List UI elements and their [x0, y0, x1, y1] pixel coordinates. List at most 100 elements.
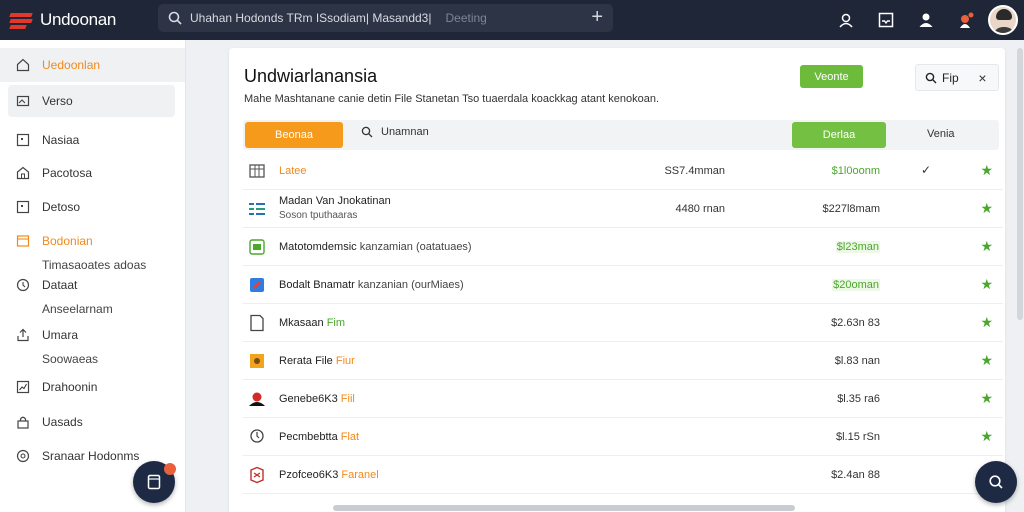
document-icon [147, 474, 161, 490]
file-subtitle: Soson tputhaaras [279, 210, 358, 221]
house-icon [16, 166, 30, 180]
account-icon[interactable] [906, 0, 946, 40]
file-tag: Fim [326, 317, 346, 329]
close-icon[interactable]: × [967, 70, 998, 86]
sidebar-item-nasiaa[interactable]: Nasiaa [0, 117, 185, 151]
sidebar-item-label: Pacotosa [42, 166, 93, 180]
sidebar-item-pacotosa[interactable]: Pacotosa [0, 151, 185, 185]
sidebar-item-detoso[interactable]: Detoso [0, 185, 185, 219]
star-icon[interactable]: ★ [980, 162, 993, 179]
star-icon[interactable]: ★ [980, 238, 993, 255]
sidebar-item-uasads[interactable]: Uasads [0, 405, 185, 439]
sidebar-item-sublabel: Soowaeas [42, 352, 99, 366]
sidebar-item-label: Uasads [42, 415, 83, 429]
table-row[interactable]: Pecmbebtta Flat $l.15 rSn ★ [243, 418, 1003, 456]
spreadsheet-icon [249, 239, 265, 255]
file-price: $227l8mam [822, 203, 880, 215]
file-name: Madan Van Jnokatinan [279, 195, 391, 207]
file-list: Latee SS7.4mman $1l0oonm ✓ ★ Madan Van J… [243, 152, 1003, 494]
table-row[interactable]: Latee SS7.4mman $1l0oonm ✓ ★ [243, 152, 1003, 190]
settings-icon [16, 449, 30, 463]
table-row[interactable]: Genebe6K3 Fiil $l.35 ra6 ★ [243, 380, 1003, 418]
star-icon[interactable]: ★ [980, 352, 993, 369]
file-note: kanzamian (oatatuaes) [359, 241, 472, 253]
search-fab[interactable] [975, 461, 1017, 503]
file-price: $1l0oonm [831, 165, 880, 177]
sidebar-item-umara[interactable]: Umara Soowaeas [0, 321, 185, 371]
file-price: $2.63n 83 [831, 317, 880, 329]
sidebar-item-home[interactable]: Uedoonlan [0, 48, 185, 82]
package-icon [250, 354, 264, 368]
file-name: Mkasaan [279, 317, 324, 329]
file-name: Pzofceo6K3 [279, 469, 339, 481]
star-icon[interactable]: ★ [980, 314, 993, 331]
sidebar: Uedoonlan Verso Nasiaa Pacotosa Detoso B… [0, 40, 186, 512]
check-icon[interactable]: ✓ [921, 163, 931, 177]
archive-icon [250, 466, 264, 484]
inbox-icon[interactable] [866, 0, 906, 40]
file-icon [250, 314, 264, 332]
main-panel: Undwiarlanansia Mahe Mashtanane canie de… [229, 48, 1005, 512]
home-icon [16, 58, 30, 72]
table-row[interactable]: Mkasaan Fim $2.63n 83 ★ [243, 304, 1003, 342]
table-row[interactable]: Bodalt Bnamatr kanzanian (ourMiaes) $20o… [243, 266, 1003, 304]
grid-icon [249, 164, 265, 178]
sidebar-item-label: Uedoonlan [42, 58, 101, 72]
toolbar-search-label: Unamnan [381, 126, 429, 138]
sidebar-item-label: Umara [42, 328, 79, 342]
file-name: Genebe6K3 [279, 393, 338, 405]
primary-action-button[interactable]: Veonte [800, 65, 863, 88]
sidebar-item-verso[interactable]: Verso [8, 85, 175, 117]
star-icon[interactable]: ★ [980, 276, 993, 293]
clock-icon [16, 278, 30, 292]
file-tag: Fiur [335, 355, 355, 367]
user-icon[interactable] [826, 0, 866, 40]
search-icon [989, 475, 1003, 489]
file-tag: Flat [340, 431, 360, 443]
add-icon[interactable]: + [591, 6, 603, 28]
table-row[interactable]: Pzofceo6K3 Faranel $2.4an 88 ★ [243, 456, 1003, 494]
lock-icon [17, 416, 29, 429]
table-row[interactable]: Matotomdemsic kanzamian (oatatuaes) $l23… [243, 228, 1003, 266]
file-price: $20oman [832, 279, 880, 291]
search-icon [168, 11, 182, 25]
sidebar-item-sublabel: Timasaoates adoas [42, 258, 147, 272]
notification-icon[interactable] [946, 0, 986, 40]
vertical-scrollbar[interactable] [1017, 48, 1023, 320]
flip-button-label: Fip [942, 70, 959, 85]
filter-button[interactable]: Beonaa [245, 122, 343, 148]
sidebar-item-bodonian[interactable]: Bodonian Timasaoates adoas [0, 219, 185, 272]
search-input[interactable]: Uhahan Hodonds TRm ISsodiam| Masandd3| [190, 11, 431, 25]
file-note: kanzanian (ourMiaes) [357, 279, 464, 291]
avatar[interactable] [988, 5, 1018, 35]
page-description: Mahe Mashtanane canie detin File Staneta… [244, 93, 660, 105]
page-title: Undwiarlanansia [244, 66, 378, 86]
sidebar-item-drahoonin[interactable]: Drahoonin [0, 371, 185, 405]
file-size: SS7.4mman [664, 165, 725, 177]
flip-button[interactable]: Fip [916, 65, 967, 90]
doc-icon [250, 278, 264, 292]
table-row[interactable]: Madan Van Jnokatinan Soson tputhaaras 448… [243, 190, 1003, 228]
table-row[interactable]: Rerata File Fiur $l.83 nan ★ [243, 342, 1003, 380]
search-bar[interactable]: Uhahan Hodonds TRm ISsodiam| Masandd3| D… [158, 4, 613, 32]
search-icon [925, 72, 937, 83]
notification-dot [164, 463, 176, 475]
brand[interactable]: Undoonan [0, 10, 158, 30]
apply-button[interactable]: Derlaa [792, 122, 886, 148]
table-icon [249, 203, 265, 215]
file-price: $l.35 ra6 [837, 393, 880, 405]
horizontal-scrollbar[interactable] [333, 505, 795, 511]
square-icon [16, 133, 30, 147]
view-toggle[interactable]: Venia [927, 128, 955, 140]
toolbar-search[interactable]: Unamnan [361, 126, 429, 138]
file-name: Latee [279, 165, 307, 177]
file-name: Pecmbebtta [279, 431, 338, 443]
chart-icon [16, 380, 30, 394]
sidebar-item-label: Verso [42, 94, 73, 108]
star-icon[interactable]: ★ [980, 390, 993, 407]
star-icon[interactable]: ★ [980, 428, 993, 445]
file-name: Bodalt Bnamatr [279, 279, 355, 291]
sidebar-item-dataat[interactable]: Dataat Anseelarnam [0, 271, 185, 321]
star-icon[interactable]: ★ [980, 200, 993, 217]
file-tag: Faranel [341, 469, 379, 481]
